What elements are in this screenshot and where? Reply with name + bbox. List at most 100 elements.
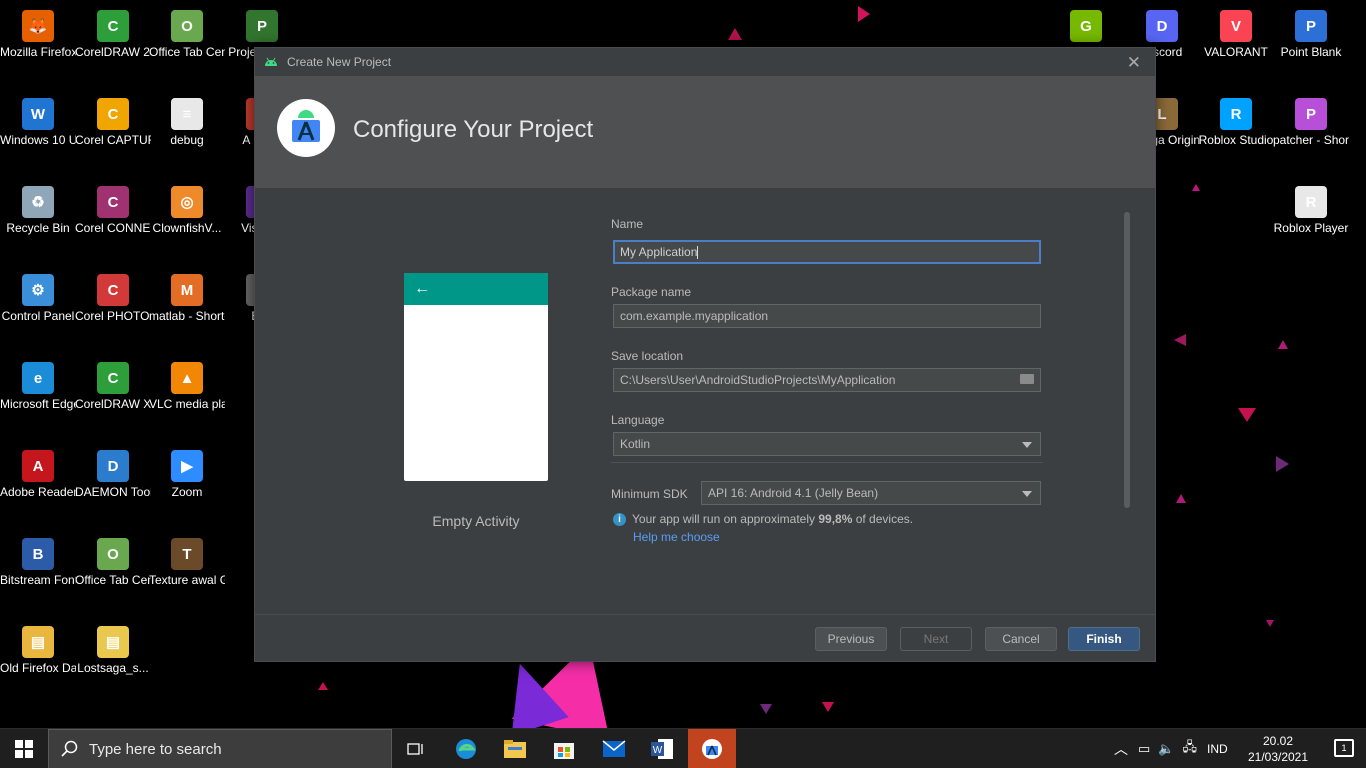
language-indicator[interactable]: IND: [1207, 742, 1228, 756]
windows-logo-icon: [15, 740, 33, 758]
desktop-icon[interactable]: R Roblox Studio: [1198, 92, 1274, 178]
desktop-icon-label: Recycle Bin: [6, 221, 70, 235]
scrollbar[interactable]: [1124, 212, 1130, 508]
bg-shape: [1192, 184, 1200, 191]
desktop-icon-label: DAEMON Tools Lite: [75, 485, 151, 499]
app-icon: R: [1220, 98, 1252, 130]
chevron-up-icon[interactable]: ︿: [1114, 739, 1128, 759]
finish-button[interactable]: Finish: [1068, 627, 1140, 651]
previous-button[interactable]: Previous: [815, 627, 887, 651]
folder-icon[interactable]: [1020, 374, 1034, 384]
name-value: My Application: [620, 245, 698, 259]
desktop-icon-label: Lostsaga_s...: [77, 661, 149, 675]
chevron-down-icon: [1022, 442, 1032, 448]
desktop-icon[interactable]: ◎ ClownfishV...: [149, 180, 225, 266]
desktop-icon[interactable]: ≡ debug: [149, 92, 225, 178]
dialog-footer: Previous Next Cancel Finish: [255, 614, 1155, 661]
language-select[interactable]: Kotlin: [613, 432, 1041, 456]
cancel-button[interactable]: Cancel: [985, 627, 1057, 651]
desktop-icon[interactable]: P Point Blank: [1273, 4, 1349, 90]
app-icon: M: [171, 274, 203, 306]
desktop-icon[interactable]: Ppatcher - Shortcut: [1273, 92, 1349, 178]
desktop-icon[interactable]: O Office Tab Center: [149, 4, 225, 90]
desktop-icon-label: Corel CONNECT X6: [75, 221, 151, 235]
desktop-icon-label: CorelDRAW 2020 (64-Bit): [75, 45, 151, 59]
info-suffix: of devices.: [855, 512, 914, 526]
desktop-icon[interactable]: ♻ Recycle Bin: [0, 180, 76, 266]
desktop-icon[interactable]: D DAEMON Tools Lite: [75, 444, 151, 530]
desktop-icon[interactable]: T Texture awal Gear LostS...: [149, 532, 225, 618]
desktop-icon[interactable]: C CorelDRAW X6: [75, 356, 151, 442]
android-icon: [265, 57, 277, 66]
desktop-icon-label: Adobe Reader XI: [0, 485, 76, 499]
desktop-icon-label: Corel CAPTURE X6: [75, 133, 151, 147]
next-button[interactable]: Next: [900, 627, 972, 651]
desktop-icon-label: Windows 10 Update As...: [0, 133, 76, 147]
system-tray: ︿ ▭ 🔈 🖧 IND: [1114, 729, 1228, 768]
location-field[interactable]: C:\Users\User\AndroidStudioProjects\MyAp…: [613, 368, 1041, 392]
desktop-icon[interactable]: ▤ Old Firefox Data: [0, 620, 76, 706]
desktop-icon[interactable]: R Roblox Player: [1273, 180, 1349, 266]
desktop-icon[interactable]: C Corel CONNECT X6: [75, 180, 151, 266]
app-icon: ⚙: [22, 274, 54, 306]
app-icon: R: [1295, 186, 1327, 218]
desktop-icon-label: Corel PHOTO-PAI...: [75, 309, 151, 323]
bg-shape: [1176, 494, 1186, 503]
desktop-icon[interactable]: ▶ Zoom: [149, 444, 225, 530]
windows-start-button[interactable]: [0, 729, 48, 768]
app-icon: C: [97, 98, 129, 130]
language-value: Kotlin: [620, 437, 651, 451]
volume-icon[interactable]: 🔈: [1158, 741, 1174, 757]
edge-taskbar-icon[interactable]: [442, 729, 490, 768]
app-icon: P: [246, 10, 278, 42]
bg-shape: [1276, 456, 1289, 472]
microsoft-store-icon[interactable]: [540, 729, 588, 768]
app-icon: C: [97, 362, 129, 394]
desktop-icon[interactable]: ▤ Lostsaga_s...: [75, 620, 151, 706]
bg-shape: [728, 28, 742, 40]
taskbar-search[interactable]: Type here to search: [48, 729, 392, 768]
desktop-icon[interactable]: W Windows 10 Update As...: [0, 92, 76, 178]
desktop-icon[interactable]: ▲ VLC media player: [149, 356, 225, 442]
bg-shape: [822, 702, 834, 712]
desktop-icon[interactable]: Mmatlab - Shortcut: [149, 268, 225, 354]
name-field[interactable]: My Application: [613, 240, 1041, 264]
package-field[interactable]: com.example.myapplication: [613, 304, 1041, 328]
date: 21/03/2021: [1247, 750, 1309, 764]
dialog-titlebar[interactable]: Create New Project: [255, 48, 1155, 76]
app-icon: 🦊: [22, 10, 54, 42]
file-explorer-icon[interactable]: [491, 729, 539, 768]
location-value: C:\Users\User\AndroidStudioProjects\MyAp…: [620, 373, 896, 387]
desktop-icon[interactable]: A Adobe Reader XI: [0, 444, 76, 530]
word-icon[interactable]: W: [638, 729, 686, 768]
desktop-icon[interactable]: C Corel PHOTO-PAI...: [75, 268, 151, 354]
mail-icon[interactable]: [590, 729, 638, 768]
dialog-title: Create New Project: [287, 55, 392, 69]
app-icon: e: [22, 362, 54, 394]
app-icon: ▤: [97, 626, 129, 658]
desktop-icon[interactable]: O Office Tab Center 2...: [75, 532, 151, 618]
close-icon[interactable]: ✕: [1127, 53, 1141, 73]
app-icon: O: [97, 538, 129, 570]
desktop-icon[interactable]: V VALORANT: [1198, 4, 1274, 90]
android-studio-taskbar-icon[interactable]: [688, 729, 736, 768]
notification-count: 1: [1341, 743, 1347, 753]
info-percent: 99,8%: [818, 512, 853, 526]
desktop-icon[interactable]: C CorelDRAW 2020 (64-Bit): [75, 4, 151, 90]
task-view-icon[interactable]: [392, 729, 440, 768]
desktop-icon[interactable]: 🦊 Mozilla Firefox: [0, 4, 76, 90]
network-icon[interactable]: 🖧: [1182, 738, 1197, 760]
desktop-icon[interactable]: B Bitstream Font Na...: [0, 532, 76, 618]
desktop-icon[interactable]: e Microsoft Edge: [0, 356, 76, 442]
app-icon: C: [97, 186, 129, 218]
battery-icon[interactable]: ▭: [1138, 741, 1150, 757]
dialog-header: Configure Your Project: [255, 76, 1155, 188]
svg-text:W: W: [653, 745, 663, 756]
desktop-icon[interactable]: ⚙ Control Panel: [0, 268, 76, 354]
min-sdk-select[interactable]: API 16: Android 4.1 (Jelly Bean): [701, 481, 1041, 505]
notification-icon[interactable]: 1: [1334, 739, 1354, 757]
desktop-icon-label: patcher - Shortcut: [1273, 133, 1349, 147]
help-me-choose-link[interactable]: Help me choose: [633, 530, 720, 544]
clock[interactable]: 20.02 21/03/2021: [1238, 733, 1318, 765]
desktop-icon[interactable]: C Corel CAPTURE X6: [75, 92, 151, 178]
